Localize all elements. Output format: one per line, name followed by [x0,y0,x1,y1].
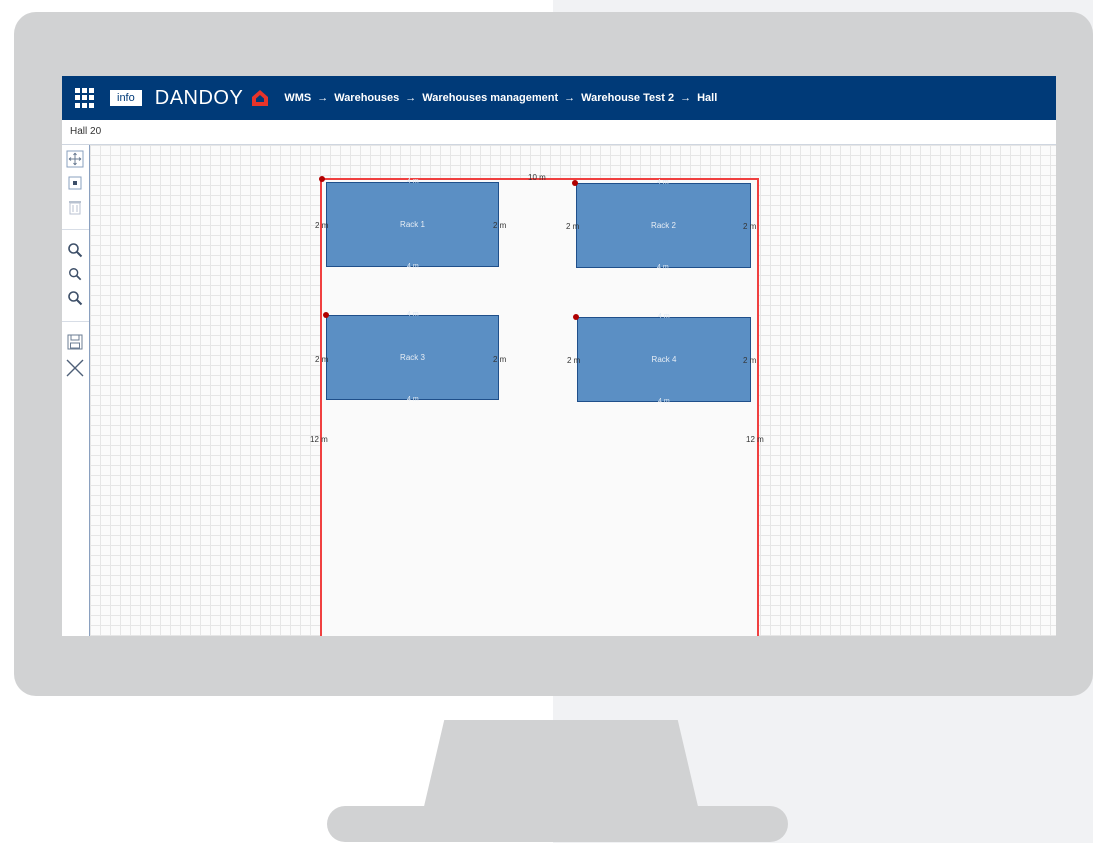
breadcrumb-wms[interactable]: WMS [284,92,311,104]
rack-bottom-dimension: 4 m [658,398,670,405]
hall-height-right-label: 12 m [746,435,764,444]
rack-right-dimension: 2 m [743,222,757,231]
breadcrumb-warehouse-test-2[interactable]: Warehouse Test 2 [581,92,674,104]
select-icon[interactable] [66,174,84,192]
rack-right-dimension: 2 m [743,356,757,365]
breadcrumb-separator: → [680,92,692,104]
rack-anchor-point[interactable] [572,180,578,186]
rack-2[interactable]: Rack 2 4 m 4 m [576,179,751,271]
rack-label: Rack 1 [400,220,425,229]
rack-left-dimension: 2 m [566,222,580,231]
rack-anchor-point[interactable] [323,312,329,318]
dandoy-logo-icon [252,90,269,106]
rack-label: Rack 3 [400,353,425,362]
close-icon[interactable] [64,357,86,379]
rack-right-dimension: 2 m [493,355,507,364]
toolbar-divider [62,321,89,322]
hall-height-left-label: 12 m [310,435,328,444]
rack-top-dimension: 4 m [407,311,419,318]
monitor-stand-base [327,806,788,842]
breadcrumb-separator: → [564,92,576,104]
zoom-in-icon[interactable] [66,241,84,259]
top-navigation-bar: info DANDOY WMS → Warehouses → Warehouses ma… [62,76,1056,120]
breadcrumb-hall: Hall [697,92,718,104]
sub-header: Hall 20 [62,120,1056,145]
rack-4[interactable]: Rack 4 4 m 4 m [577,313,751,405]
layout-canvas[interactable]: 10 m 12 m 12 m Rack 1 4 m 4 m 2 m 2 m Ra… [90,145,1056,636]
rack-top-dimension: 4 m [407,178,419,185]
zoom-out-icon[interactable] [66,265,84,283]
rack-top-dimension: 4 m [658,313,670,320]
rack-3[interactable]: Rack 3 4 m 4 m [326,311,499,403]
delete-icon[interactable] [66,198,84,216]
save-icon[interactable] [66,333,84,351]
rack-left-dimension: 2 m [567,356,581,365]
rack-bottom-dimension: 4 m [657,264,669,271]
rack-1[interactable]: Rack 1 4 m 4 m [326,178,499,270]
hall-width-label: 10 m [528,173,546,182]
rack-label: Rack 2 [651,221,676,230]
rack-right-dimension: 2 m [493,221,507,230]
breadcrumb-separator: → [405,92,417,104]
toolbar-divider [62,229,89,230]
rack-label: Rack 4 [651,355,677,364]
hall-anchor-point[interactable] [319,176,325,182]
breadcrumb: WMS → Warehouses → Warehouses management → War… [284,92,717,104]
rack-anchor-point[interactable] [573,314,579,320]
monitor-stand-neck [422,720,700,815]
app-screen: info DANDOY WMS → Warehouses → Warehouses ma… [62,76,1056,636]
breadcrumb-warehouses-management[interactable]: Warehouses management [422,92,558,104]
rack-left-dimension: 2 m [315,221,329,230]
rack-bottom-dimension: 4 m [407,263,419,270]
info-button[interactable]: info [110,90,142,106]
apps-grid-icon[interactable] [75,88,95,108]
rack-top-dimension: 4 m [657,179,669,186]
page-title: Hall 20 [70,126,102,137]
brand-name: DANDOY [154,86,244,109]
breadcrumb-warehouses[interactable]: Warehouses [334,92,399,104]
rack-left-dimension: 2 m [315,355,329,364]
editor-toolbar [62,145,90,636]
rack-bottom-dimension: 4 m [407,396,419,403]
move-icon[interactable] [66,150,84,168]
zoom-reset-icon[interactable] [66,289,84,307]
breadcrumb-separator: → [317,92,329,104]
